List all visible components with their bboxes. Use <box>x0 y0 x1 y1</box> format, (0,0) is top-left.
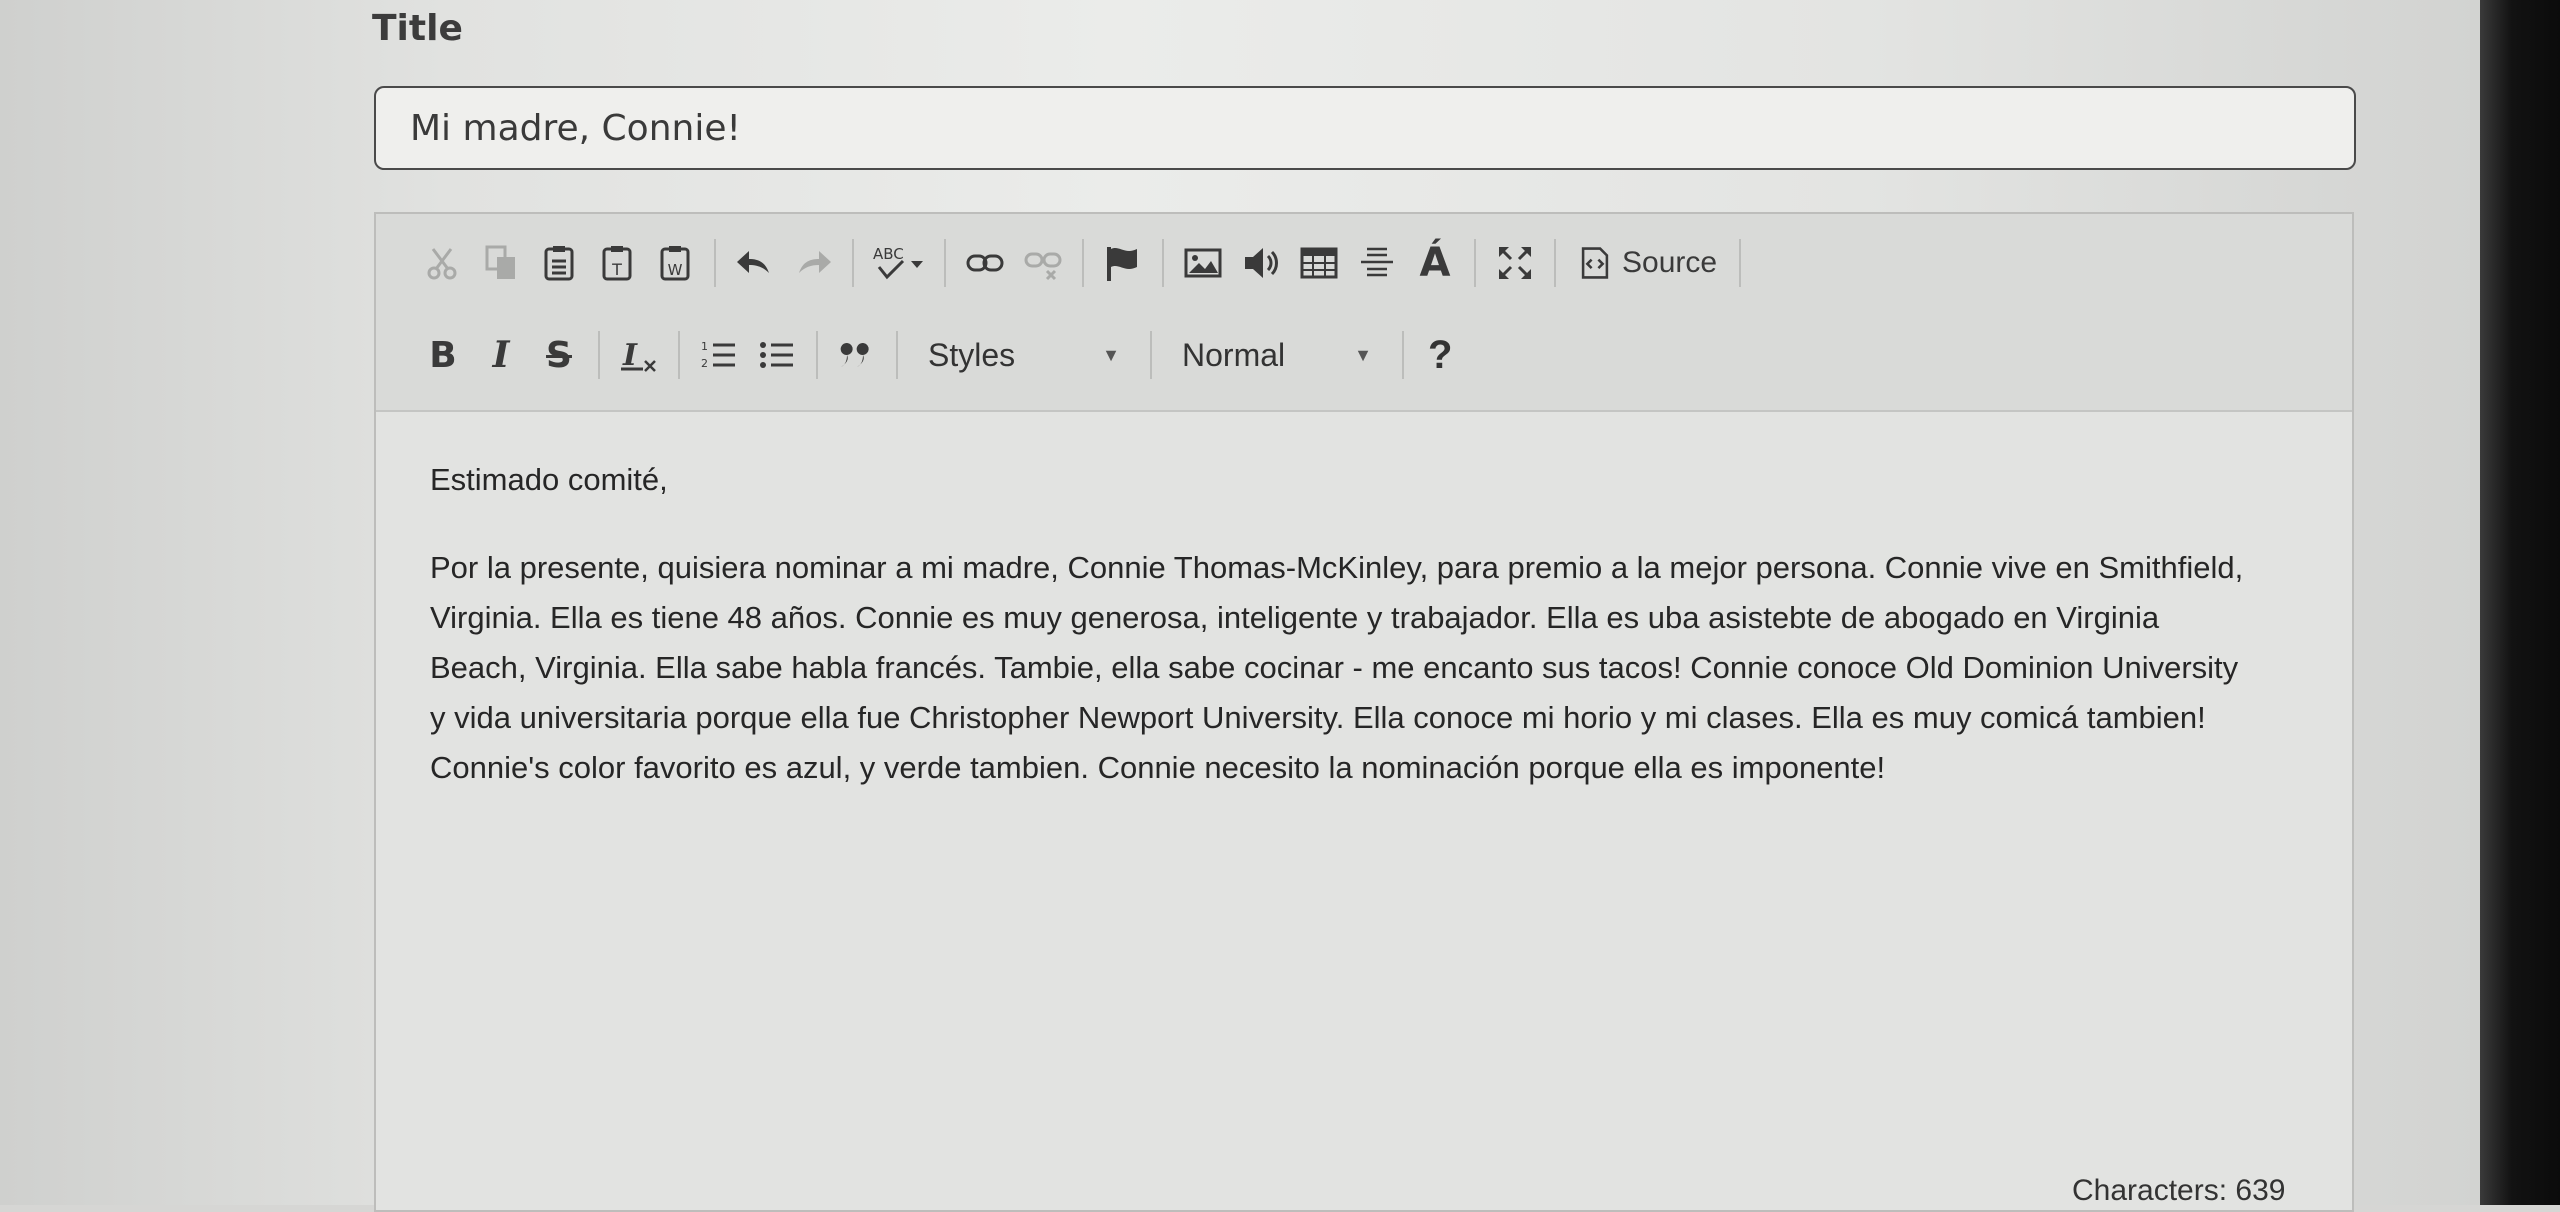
special-character-icon[interactable]: Á <box>1406 234 1464 292</box>
toolbar-separator <box>1402 331 1404 379</box>
styles-dropdown-label: Styles <box>928 336 1016 373</box>
toolbar-separator <box>852 239 854 287</box>
toolbar-separator <box>944 239 946 287</box>
body-paragraph: Por la presente, quisiera nominar a mi m… <box>430 550 2244 785</box>
paste-icon[interactable] <box>530 234 588 292</box>
toolbar-row-1: T W ABC Á Source <box>414 228 2540 298</box>
svg-text:1: 1 <box>701 340 708 353</box>
toolbar-row-2: B I S I 12 Styles ▼ Normal ▼ ? <box>414 320 2540 390</box>
format-dropdown[interactable]: Normal ▼ <box>1162 326 1392 384</box>
format-dropdown-label: Normal <box>1182 336 1286 373</box>
toolbar-separator <box>1554 239 1556 287</box>
undo-icon[interactable] <box>726 234 784 292</box>
paste-from-word-icon[interactable]: W <box>646 234 704 292</box>
numbered-list-icon[interactable]: 12 <box>690 326 748 384</box>
redo-icon[interactable] <box>784 234 842 292</box>
strikethrough-button[interactable]: S <box>530 326 588 384</box>
toolbar-separator <box>896 331 898 379</box>
italic-button[interactable]: I <box>472 326 530 384</box>
help-button[interactable]: ? <box>1414 333 1466 378</box>
editor-content[interactable]: Estimado comité, Por la presente, quisie… <box>430 455 2310 793</box>
chevron-down-icon: ▼ <box>1354 344 1372 365</box>
svg-text:T: T <box>611 260 622 279</box>
spellcheck-icon[interactable]: ABC <box>864 234 934 292</box>
toolbar-separator <box>714 239 716 287</box>
toolbar-separator <box>678 331 680 379</box>
maximize-icon[interactable] <box>1486 234 1544 292</box>
copy-icon[interactable] <box>472 234 530 292</box>
title-input[interactable]: Mi madre, Connie! <box>374 86 2356 170</box>
bold-button[interactable]: B <box>414 326 472 384</box>
paste-text-icon[interactable]: T <box>588 234 646 292</box>
unlink-icon[interactable] <box>1014 234 1072 292</box>
title-label: Title <box>372 8 463 49</box>
link-icon[interactable] <box>956 234 1014 292</box>
bulleted-list-icon[interactable] <box>748 326 806 384</box>
remove-format-icon[interactable]: I <box>610 326 668 384</box>
svg-text:ABC: ABC <box>873 245 904 263</box>
monitor-bezel <box>2480 0 2560 1205</box>
chevron-down-icon: ▼ <box>1102 344 1120 365</box>
cut-icon[interactable] <box>414 234 472 292</box>
source-button[interactable]: Source <box>1566 234 1729 292</box>
audio-icon[interactable] <box>1232 234 1290 292</box>
styles-dropdown[interactable]: Styles ▼ <box>908 326 1140 384</box>
toolbar-separator <box>816 331 818 379</box>
svg-text:W: W <box>668 261 683 279</box>
character-count: Characters: 639 <box>2072 1174 2286 1207</box>
toolbar-separator <box>1162 239 1164 287</box>
toolbar-separator <box>1739 239 1742 287</box>
toolbar-separator <box>1150 331 1152 379</box>
source-code-icon <box>1581 247 1609 279</box>
salutation-paragraph: Estimado comité, <box>430 462 668 497</box>
blockquote-icon[interactable] <box>828 326 886 384</box>
svg-text:2: 2 <box>701 357 708 370</box>
anchor-flag-icon[interactable] <box>1094 234 1152 292</box>
toolbar-separator <box>1082 239 1084 287</box>
source-button-label: Source <box>1622 246 1718 279</box>
toolbar-separator <box>1474 239 1476 287</box>
toolbar-separator <box>598 331 600 379</box>
horizontal-line-icon[interactable] <box>1348 234 1406 292</box>
table-icon[interactable] <box>1290 234 1348 292</box>
image-icon[interactable] <box>1174 234 1232 292</box>
